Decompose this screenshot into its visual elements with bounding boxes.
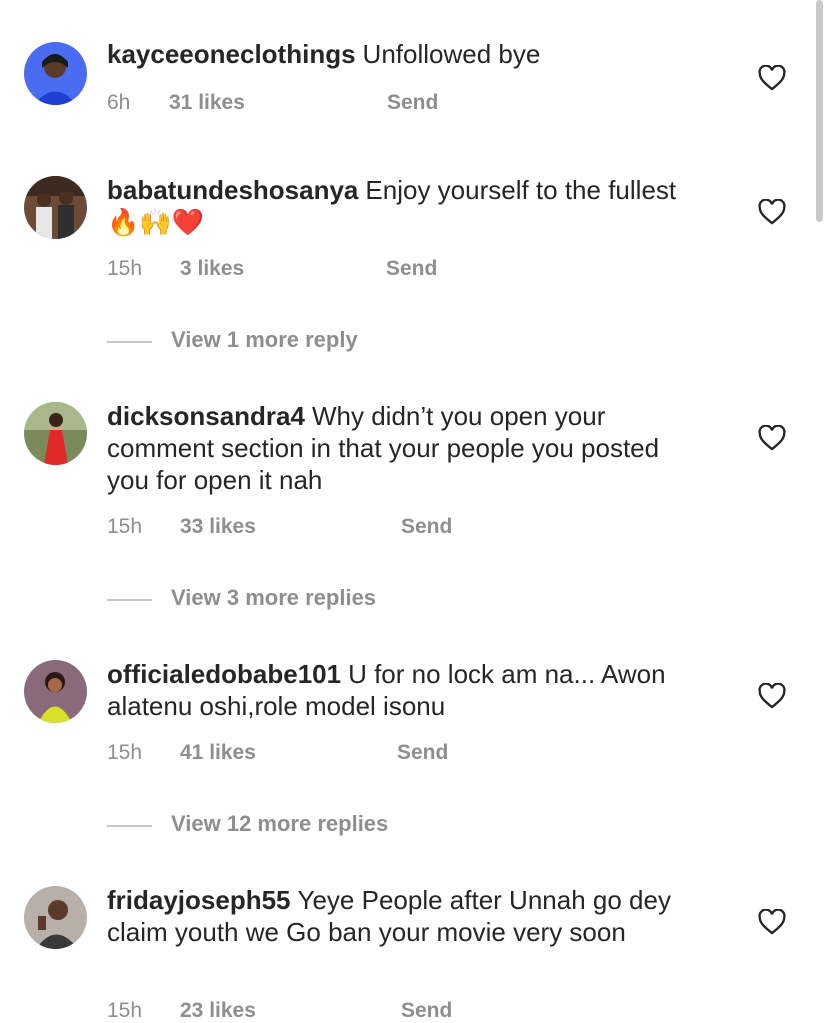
comment-text: officialedobabe101 U for no lock am na...… <box>107 658 707 722</box>
view-replies-label[interactable]: View 1 more reply <box>171 327 358 353</box>
avatar[interactable] <box>24 176 87 239</box>
heart-outline-icon[interactable] <box>758 64 786 91</box>
comment-text: dicksonsandra4 Why didn’t you open your c… <box>107 400 707 496</box>
comment-time: 15h <box>107 257 143 280</box>
send-button[interactable]: Send <box>386 257 437 281</box>
view-replies-button[interactable]: View 3 more replies <box>107 585 507 615</box>
comment-time: 15h <box>107 515 143 538</box>
comment-time: 15h <box>107 999 143 1022</box>
comment-username[interactable]: babatundeshosanya <box>107 175 358 205</box>
comment-time: 6h <box>107 91 131 114</box>
comment-username[interactable]: kayceeoneclothings <box>107 39 356 69</box>
send-button[interactable]: Send <box>401 999 452 1023</box>
avatar[interactable] <box>24 42 87 105</box>
avatar[interactable] <box>24 660 87 723</box>
send-button[interactable]: Send <box>387 91 438 115</box>
divider <box>107 341 152 343</box>
heart-outline-icon[interactable] <box>758 908 786 935</box>
send-button[interactable]: Send <box>397 741 448 765</box>
scrollbar[interactable] <box>816 0 823 222</box>
send-button[interactable]: Send <box>401 515 452 539</box>
view-replies-button[interactable]: View 1 more reply <box>107 327 507 357</box>
heart-outline-icon[interactable] <box>758 198 786 225</box>
comment-body: Unfollowed bye <box>362 39 541 69</box>
comment-text: kayceeoneclothings Unfollowed bye <box>107 38 707 70</box>
comment-username[interactable]: dicksonsandra4 <box>107 401 305 431</box>
view-replies-button[interactable]: View 12 more replies <box>107 811 507 841</box>
comment-likes[interactable]: 3 likes <box>180 257 244 281</box>
comment-likes[interactable]: 41 likes <box>180 741 256 765</box>
comment-likes[interactable]: 33 likes <box>180 515 256 539</box>
heart-outline-icon[interactable] <box>758 424 786 451</box>
divider <box>107 599 152 601</box>
comment-username[interactable]: officialedobabe101 <box>107 659 341 689</box>
avatar[interactable] <box>24 886 87 949</box>
avatar[interactable] <box>24 402 87 465</box>
divider <box>107 825 152 827</box>
comment-likes[interactable]: 23 likes <box>180 999 256 1023</box>
comment-time: 15h <box>107 741 143 764</box>
comment-text: babatundeshosanya Enjoy yourself to the f… <box>107 174 707 238</box>
view-replies-label[interactable]: View 12 more replies <box>171 811 388 837</box>
comment-likes[interactable]: 31 likes <box>169 91 245 115</box>
heart-outline-icon[interactable] <box>758 682 786 709</box>
comment-text: fridayjoseph55 Yeye People after Unnah go… <box>107 884 707 948</box>
view-replies-label[interactable]: View 3 more replies <box>171 585 376 611</box>
comment-username[interactable]: fridayjoseph55 <box>107 885 291 915</box>
